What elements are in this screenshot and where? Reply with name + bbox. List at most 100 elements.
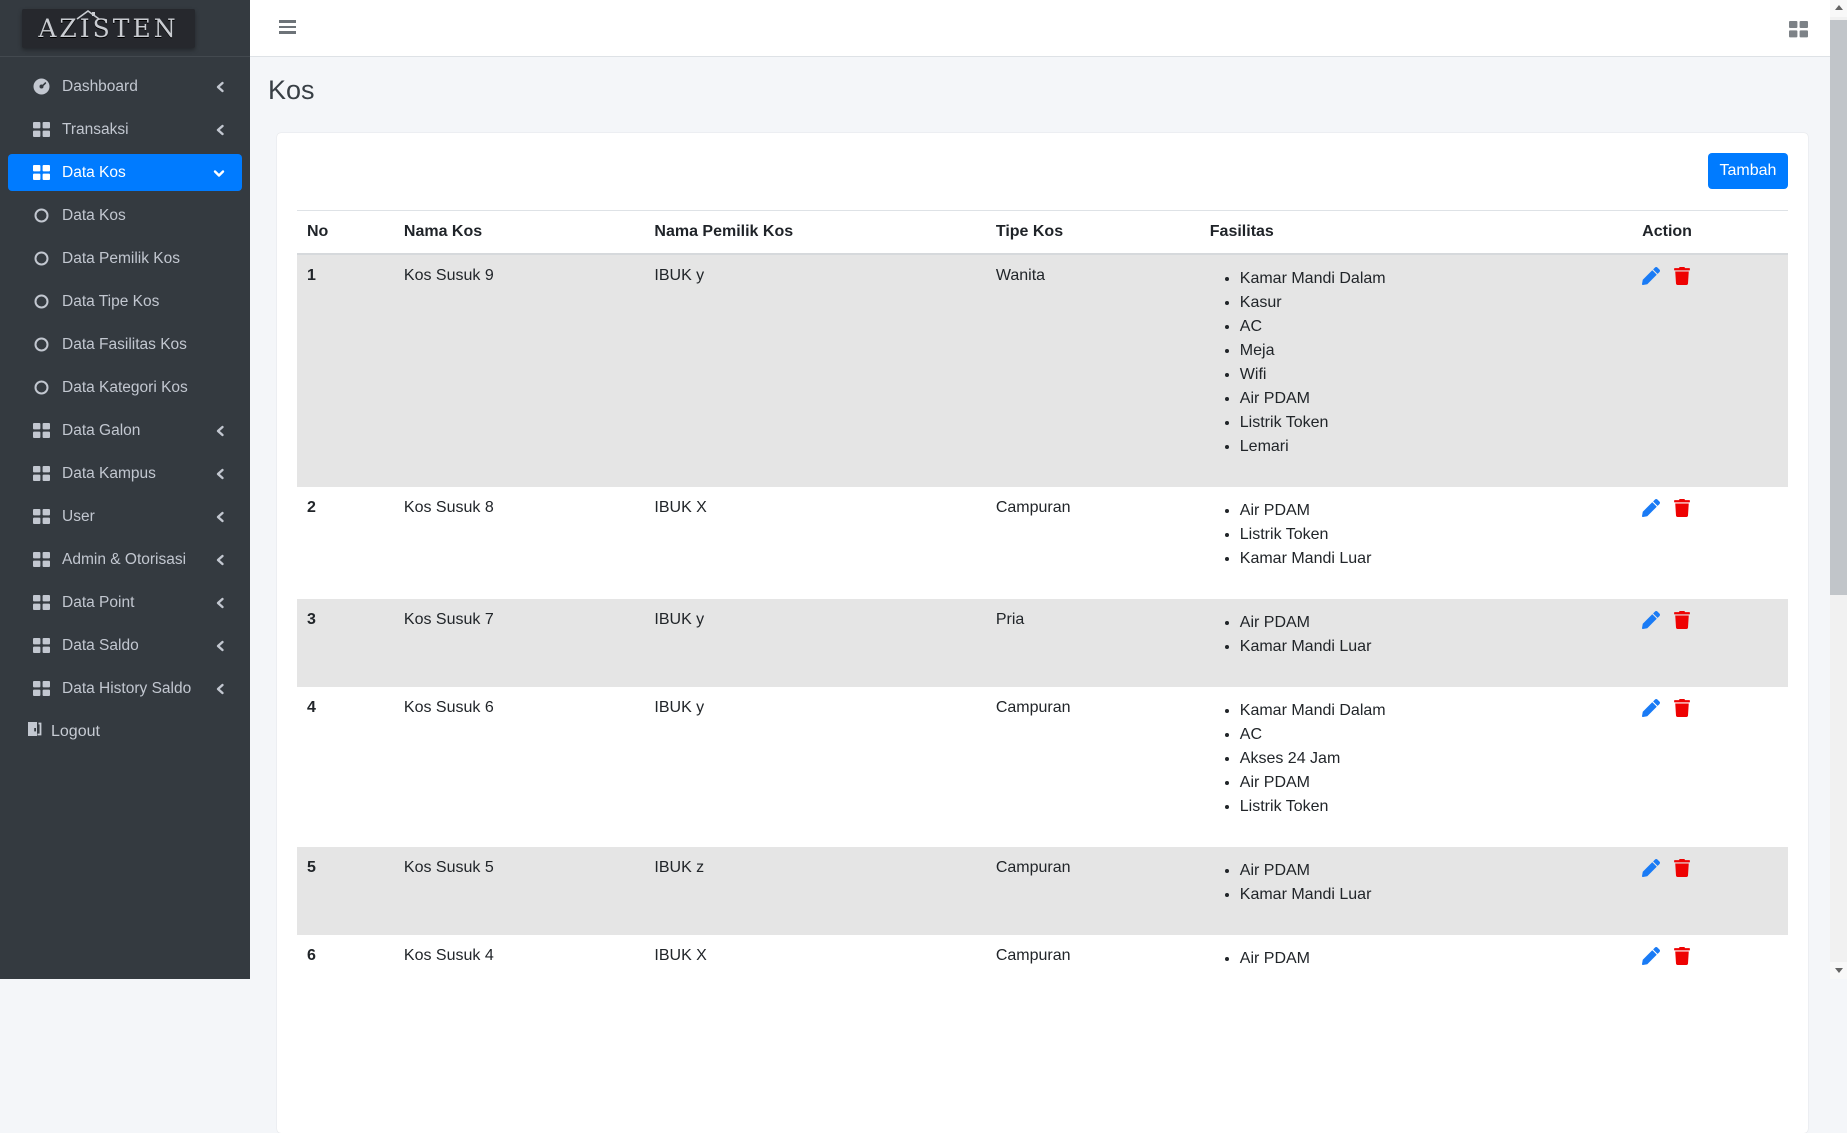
fasilitas-item: AC: [1240, 315, 1622, 339]
fasilitas-item: Kasur: [1240, 291, 1622, 315]
delete-trash-icon[interactable]: [1674, 499, 1690, 522]
table-row: 2 Kos Susuk 8 IBUK X Campuran Air PDAMLi…: [297, 487, 1788, 599]
cell-nama-kos: Kos Susuk 4: [394, 935, 644, 999]
table-icon: [32, 165, 50, 180]
logout-label: Logout: [51, 723, 100, 741]
fasilitas-item: Listrik Token: [1240, 411, 1622, 435]
fasilitas-item: Air PDAM: [1240, 859, 1622, 883]
cell-nama-kos: Kos Susuk 7: [394, 599, 644, 687]
sidebar-item-dashboard[interactable]: Dashboard: [8, 68, 242, 105]
kos-table: NoNama KosNama Pemilik KosTipe KosFasili…: [297, 210, 1788, 999]
scroll-down-icon[interactable]: [1830, 962, 1847, 979]
delete-trash-icon[interactable]: [1674, 267, 1690, 290]
logout-door-icon: [25, 720, 43, 743]
cell-nama-kos: Kos Susuk 6: [394, 687, 644, 847]
fasilitas-item: Air PDAM: [1240, 771, 1622, 795]
edit-pencil-icon[interactable]: [1642, 859, 1660, 882]
fasilitas-item: Air PDAM: [1240, 499, 1622, 523]
delete-trash-icon[interactable]: [1674, 699, 1690, 722]
circle-icon: [32, 294, 50, 309]
column-header-fasilitas: Fasilitas: [1200, 211, 1632, 255]
cell-no: 5: [297, 847, 394, 935]
chevron-left-icon: [214, 80, 226, 94]
fasilitas-item: Kamar Mandi Luar: [1240, 635, 1622, 659]
delete-trash-icon[interactable]: [1674, 947, 1690, 970]
cell-action: [1632, 487, 1788, 599]
cell-tipe-kos: Campuran: [986, 687, 1200, 847]
page-title: Kos: [268, 70, 1847, 110]
chevron-left-icon: [214, 553, 226, 567]
chevron-left-icon: [214, 123, 226, 137]
cell-no: 1: [297, 254, 394, 487]
fasilitas-item: Lemari: [1240, 435, 1622, 459]
edit-pencil-icon[interactable]: [1642, 947, 1660, 970]
fasilitas-item: Kamar Mandi Dalam: [1240, 699, 1622, 723]
chevron-left-icon: [214, 596, 226, 610]
delete-trash-icon[interactable]: [1674, 859, 1690, 882]
cell-fasilitas: Air PDAMKamar Mandi Luar: [1200, 847, 1632, 935]
sidebar-item-data-point[interactable]: Data Point: [8, 584, 242, 621]
chevron-left-icon: [214, 510, 226, 524]
column-header-nama-pemilik-kos: Nama Pemilik Kos: [644, 211, 985, 255]
brand[interactable]: AZISTEN: [0, 0, 250, 57]
cell-no: 4: [297, 687, 394, 847]
sidebar-item-data-saldo[interactable]: Data Saldo: [8, 627, 242, 664]
edit-pencil-icon[interactable]: [1642, 699, 1660, 722]
sidebar-item-data-history-saldo[interactable]: Data History Saldo: [8, 670, 242, 707]
delete-trash-icon[interactable]: [1674, 611, 1690, 634]
sidebar-item-data-kategori-kos[interactable]: Data Kategori Kos: [8, 369, 242, 406]
fasilitas-item: Meja: [1240, 339, 1622, 363]
cell-nama-pemilik-kos: IBUK z: [644, 847, 985, 935]
sidebar-item-admin-otorisasi[interactable]: Admin & Otorisasi: [8, 541, 242, 578]
edit-pencil-icon[interactable]: [1642, 499, 1660, 522]
sidebar-item-data-kampus[interactable]: Data Kampus: [8, 455, 242, 492]
content-area: Kos Tambah NoNama KosNama Pemilik KosTip…: [250, 57, 1847, 979]
cell-nama-pemilik-kos: IBUK y: [644, 599, 985, 687]
cell-tipe-kos: Wanita: [986, 254, 1200, 487]
fasilitas-item: Akses 24 Jam: [1240, 747, 1622, 771]
scroll-up-icon[interactable]: [1830, 0, 1847, 17]
circle-icon: [32, 208, 50, 223]
tachometer-icon: [32, 78, 50, 95]
table-header-row: NoNama KosNama Pemilik KosTipe KosFasili…: [297, 211, 1788, 255]
cell-fasilitas: Kamar Mandi DalamACAkses 24 JamAir PDAML…: [1200, 687, 1632, 847]
cell-nama-kos: Kos Susuk 5: [394, 847, 644, 935]
sidebar-item-user[interactable]: User: [8, 498, 242, 535]
cell-action: [1632, 599, 1788, 687]
edit-pencil-icon[interactable]: [1642, 267, 1660, 290]
sidebar-item-logout[interactable]: Logout: [0, 713, 250, 750]
edit-pencil-icon[interactable]: [1642, 611, 1660, 634]
scrollbar-thumb[interactable]: [1830, 20, 1847, 595]
sidebar-item-data-pemilik-kos[interactable]: Data Pemilik Kos: [8, 240, 242, 277]
sidebar-item-data-kos[interactable]: Data Kos: [8, 154, 242, 191]
chevron-left-icon: [214, 639, 226, 653]
fasilitas-item: AC: [1240, 723, 1622, 747]
cell-nama-pemilik-kos: IBUK X: [644, 487, 985, 599]
grid-icon[interactable]: [1789, 21, 1808, 43]
cell-nama-pemilik-kos: IBUK X: [644, 935, 985, 999]
brand-logo-text: AZISTEN: [38, 14, 178, 43]
table-icon: [32, 122, 50, 137]
sidebar-item-transaksi[interactable]: Transaksi: [8, 111, 242, 148]
cell-action: [1632, 254, 1788, 487]
cell-action: [1632, 847, 1788, 935]
add-button[interactable]: Tambah: [1708, 153, 1788, 189]
sidebar-item-data-kos[interactable]: Data Kos: [8, 197, 242, 234]
sidebar-item-data-tipe-kos[interactable]: Data Tipe Kos: [8, 283, 242, 320]
table-icon: [32, 552, 50, 567]
circle-icon: [32, 251, 50, 266]
sidebar-item-data-galon[interactable]: Data Galon: [8, 412, 242, 449]
cell-fasilitas: Air PDAMKamar Mandi Luar: [1200, 599, 1632, 687]
roof-icon: [75, 9, 101, 20]
cell-tipe-kos: Campuran: [986, 935, 1200, 999]
page-scrollbar[interactable]: [1830, 0, 1847, 979]
chevron-left-icon: [214, 424, 226, 438]
cell-tipe-kos: Campuran: [986, 847, 1200, 935]
table-row: 5 Kos Susuk 5 IBUK z Campuran Air PDAMKa…: [297, 847, 1788, 935]
top-navbar: [250, 0, 1847, 57]
sidebar-item-data-fasilitas-kos[interactable]: Data Fasilitas Kos: [8, 326, 242, 363]
sidebar-toggle-hamburger-icon[interactable]: [279, 20, 296, 36]
brand-logo: AZISTEN: [22, 9, 195, 48]
column-header-no: No: [297, 211, 394, 255]
fasilitas-item: Kamar Mandi Luar: [1240, 547, 1622, 571]
